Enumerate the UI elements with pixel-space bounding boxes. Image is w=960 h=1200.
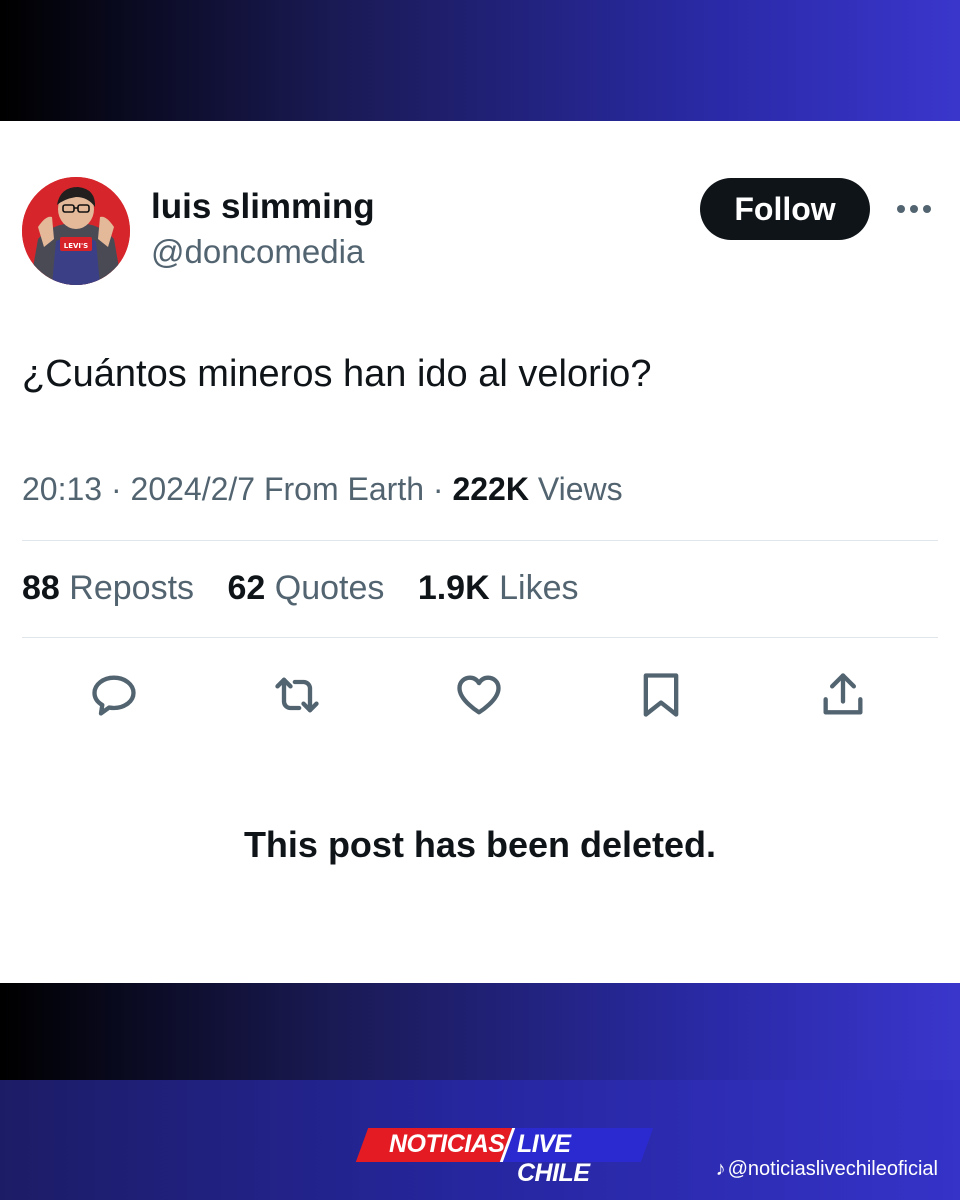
footer: NOTICIAS LIVE CHILE ♪ @noticiaslivechileo… (0, 1080, 960, 1200)
views-count: 222K (452, 471, 529, 507)
deleted-notice: This post has been deleted. (243, 824, 717, 865)
likes-count: 1.9K (417, 569, 490, 607)
engagement-stats: 88 Reposts 62 Quotes 1.9K Likes (22, 569, 602, 608)
tweet-text: ¿Cuántos mineros han ido al velorio? (22, 353, 652, 395)
likes-stat[interactable]: 1.9K Likes (418, 569, 579, 607)
bookmark-icon[interactable] (635, 669, 687, 721)
tweet-source: From Earth (263, 471, 424, 507)
more-options-icon[interactable] (893, 199, 935, 219)
logo-text-noticias: NOTICIAS (389, 1130, 505, 1158)
tiktok-icon: ♪ (715, 1158, 726, 1180)
quotes-count: 62 (227, 569, 266, 607)
meta-separator: · (110, 471, 122, 507)
avatar-image: LEVI'S (22, 177, 130, 285)
tiktok-handle: @noticiaslivechileoficial (727, 1158, 938, 1180)
logo-text-live-chile: LIVE CHILE (517, 1130, 590, 1187)
tweet-card: LEVI'S luis slimming @doncomedia Follow … (0, 121, 960, 983)
tweet-date[interactable]: 2024/2/7 (131, 471, 256, 507)
reposts-count: 88 (22, 569, 60, 607)
avatar[interactable]: LEVI'S (22, 177, 130, 285)
author-handle[interactable]: @doncomedia (151, 233, 364, 271)
share-icon[interactable] (817, 669, 869, 721)
likes-label: Likes (499, 569, 579, 607)
divider (22, 540, 938, 541)
tiktok-credit: ♪ @noticiaslivechileoficial (716, 1158, 938, 1181)
bottom-gradient-band (0, 983, 960, 1080)
quotes-stat[interactable]: 62 Quotes (227, 569, 384, 607)
divider (22, 637, 938, 638)
tweet-meta: 20:13 · 2024/2/7 From Earth · 222K Views (22, 471, 623, 508)
repost-icon[interactable] (271, 669, 323, 721)
reply-icon[interactable] (88, 669, 140, 721)
top-gradient-band (0, 0, 960, 121)
meta-separator: · (432, 471, 444, 507)
noticias-live-chile-logo: NOTICIAS LIVE CHILE (355, 1128, 654, 1187)
quotes-label: Quotes (274, 569, 385, 607)
tweet-time[interactable]: 20:13 (22, 471, 102, 507)
svg-text:LEVI'S: LEVI'S (64, 242, 88, 250)
author-name[interactable]: luis slimming (151, 187, 375, 227)
views-label: Views (537, 471, 623, 507)
reposts-stat[interactable]: 88 Reposts (22, 569, 194, 607)
like-icon[interactable] (453, 669, 505, 721)
follow-button[interactable]: Follow (700, 178, 870, 240)
reposts-label: Reposts (69, 569, 195, 607)
